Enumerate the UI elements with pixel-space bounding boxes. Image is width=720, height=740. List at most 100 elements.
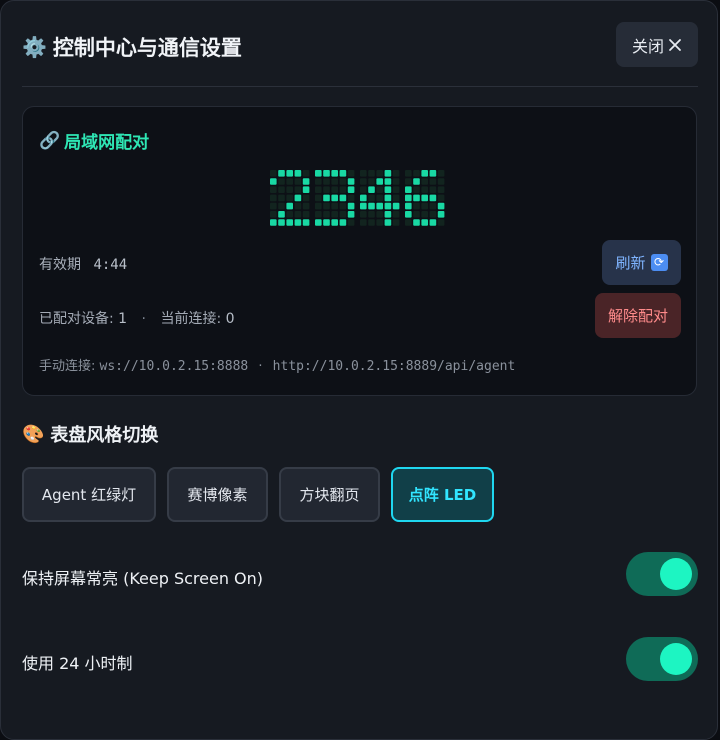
led-dot	[421, 211, 428, 218]
manual-connect: 手动连接: ws://10.0.2.15:8888 · http://10.0.…	[39, 355, 515, 374]
led-dot	[376, 170, 383, 177]
led-dot	[368, 211, 375, 218]
led-dot	[437, 202, 445, 210]
led-dot	[278, 202, 285, 210]
led-dot	[421, 219, 428, 226]
panel-title: ⚙️ 控制中心与通信设置	[22, 32, 242, 62]
led-dot	[294, 202, 302, 210]
led-dot	[384, 170, 392, 177]
led-dot	[339, 211, 347, 218]
refresh-label: 刷新	[615, 254, 646, 272]
unpair-button[interactable]: 解除配对	[595, 293, 681, 338]
led-dot	[384, 194, 392, 202]
validity-countdown: 4:44	[93, 257, 128, 273]
led-dot	[376, 186, 383, 193]
led-dot	[437, 211, 445, 218]
close-label: 关闭	[631, 36, 664, 56]
led-dot	[347, 211, 355, 218]
led-dot	[278, 178, 285, 185]
led-dot	[392, 219, 400, 226]
led-dot	[294, 211, 302, 218]
led-dot	[405, 219, 412, 226]
led-dot	[302, 170, 310, 177]
keep-screen-on-toggle[interactable]	[626, 552, 698, 596]
led-dot	[339, 194, 347, 202]
led-dot	[278, 186, 285, 193]
led-dot	[392, 186, 400, 193]
led-dot	[302, 202, 310, 210]
led-dot	[339, 219, 347, 226]
led-dot	[315, 178, 322, 185]
led-dot	[429, 170, 437, 177]
led-dot	[429, 219, 437, 226]
led-dot	[368, 219, 375, 226]
led-dot	[421, 194, 428, 202]
close-icon	[669, 38, 681, 51]
led-dot	[429, 186, 437, 193]
pairing-title: 🔗 局域网配对	[39, 128, 149, 154]
style-option-label: 点阵 LED	[408, 486, 477, 504]
led-dot	[270, 211, 277, 218]
led-dot	[323, 170, 330, 177]
led-dot	[392, 211, 400, 218]
led-dot	[270, 194, 277, 202]
led-dot	[413, 170, 420, 177]
paired-devices-label: 已配对设备:	[39, 311, 114, 327]
link-icon: 🔗	[39, 130, 61, 151]
led-dot	[339, 186, 347, 193]
led-dot	[347, 194, 355, 202]
style-option-flip-block[interactable]: 方块翻页	[279, 467, 380, 522]
led-dot	[405, 211, 412, 218]
style-option-dot-matrix-led[interactable]: 点阵 LED	[391, 467, 494, 522]
led-dot	[392, 202, 400, 210]
close-button[interactable]: 关闭	[616, 22, 698, 67]
led-dot	[405, 186, 412, 193]
led-dot	[421, 202, 428, 210]
led-dot	[429, 211, 437, 218]
led-dot	[315, 202, 322, 210]
led-dot	[331, 178, 338, 185]
led-dot	[347, 170, 355, 177]
led-dot	[405, 170, 412, 177]
led-dot	[405, 202, 412, 210]
24-hour-toggle[interactable]	[626, 637, 698, 681]
led-dot	[315, 170, 322, 177]
style-option-cyber-pixel[interactable]: 赛博像素	[167, 467, 268, 522]
led-dot	[315, 186, 322, 193]
led-dot	[278, 194, 285, 202]
led-dot	[360, 219, 367, 226]
led-dot	[376, 202, 383, 210]
led-dot	[323, 178, 330, 185]
led-dot	[368, 170, 375, 177]
led-dot	[294, 170, 302, 177]
led-dot	[331, 211, 338, 218]
led-dot	[429, 202, 437, 210]
led-dot	[360, 186, 367, 193]
led-dot	[323, 194, 330, 202]
led-dot	[315, 219, 322, 226]
led-dot	[331, 202, 338, 210]
validity-row: 有效期 4:44	[39, 254, 127, 274]
style-option-agent-traffic-light[interactable]: Agent 红绿灯	[22, 467, 156, 522]
led-dot	[384, 211, 392, 218]
pairing-code-led: 2346	[270, 170, 445, 226]
refresh-button[interactable]: 刷新 ⟳	[602, 240, 681, 285]
led-dot	[278, 170, 285, 177]
style-option-label: 赛博像素	[187, 486, 248, 504]
led-dot	[331, 194, 338, 202]
led-dot	[368, 178, 375, 185]
led-dot	[286, 186, 293, 193]
led-dot	[360, 211, 367, 218]
led-dot	[405, 178, 412, 185]
led-dot	[278, 219, 285, 226]
led-dot	[323, 211, 330, 218]
current-connections-count: 0	[225, 311, 235, 327]
led-dot	[270, 178, 277, 185]
style-option-label: Agent 红绿灯	[41, 486, 137, 504]
led-dot	[323, 202, 330, 210]
led-dot	[347, 202, 355, 210]
led-dot	[413, 202, 420, 210]
led-dot	[323, 186, 330, 193]
led-dot	[294, 194, 302, 202]
led-dot	[421, 170, 428, 177]
